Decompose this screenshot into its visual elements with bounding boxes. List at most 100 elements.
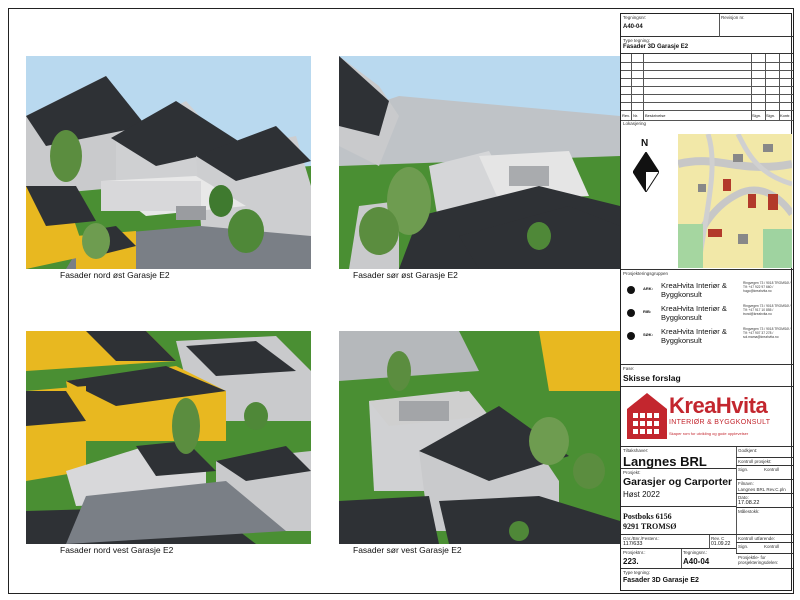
divider: [621, 102, 793, 103]
participant-address: Ringvegen 73 / 9018 TROMSØ / Tlf: +47 92…: [743, 281, 791, 293]
project-cell: Prosjekt: Garasjer og Carporter Høst 202…: [621, 469, 736, 507]
divider: [621, 78, 793, 79]
revision-grid: [621, 54, 793, 121]
gnr-cell: Gnr./Bnr./Festenr.: 117/633: [621, 535, 709, 549]
type-cell-bottom: Type tegning: Fasader 3D Garasje E2: [621, 569, 793, 592]
caption-view-4: Fasader sør vest Garasje E2: [353, 545, 462, 555]
gnr: 117/633: [623, 541, 643, 547]
render-view-north-east: [26, 56, 311, 269]
participant-role: RIB:: [643, 309, 652, 314]
bullet-icon: [627, 286, 635, 294]
logo-name: KreaHvita: [669, 393, 768, 418]
control-label: Kontroll prosjekt:: [738, 459, 772, 464]
kontroll-label: Kontroll: [764, 467, 780, 472]
sign-label-2: Sign.: [738, 544, 749, 549]
divider: [765, 54, 766, 120]
revdate: 01.09.22: [711, 541, 731, 547]
type-label-bottom: Type tegning:: [623, 570, 651, 575]
approved-label: Godkjent:: [738, 448, 758, 453]
client: Langnes BRL: [623, 454, 707, 469]
divider: [709, 535, 710, 549]
logo-sub: INTERIØR & BYGGKONSULT: [669, 419, 771, 426]
render-view-south-east: [339, 56, 620, 269]
address-cell: Postboks 6156 9291 TROMSØ: [621, 507, 736, 535]
rev-header-sign2: Sign.: [766, 113, 776, 118]
divider: [621, 110, 793, 111]
drawing-no-label-2: Tegningsnr.:: [683, 550, 708, 555]
logo-slogan: Skaper rom for utvikling og gode oppleve…: [669, 431, 749, 436]
project-group-label: Prosjekteringsgruppen: [623, 271, 669, 276]
participant-address: Ringvegen 73 / 9018 TROMSØ / Tlf: +47 91…: [743, 304, 791, 316]
scale-label: Målestokk:: [738, 509, 760, 514]
divider: [631, 54, 632, 120]
participant-role: ARK:: [643, 286, 653, 291]
caption-view-1: Fasader nord øst Garasje E2: [60, 270, 170, 280]
type-label-top: Type tegning:: [623, 38, 651, 43]
caption-view-3: Fasader nord vest Garasje E2: [60, 545, 174, 555]
project-no: 223.: [623, 557, 639, 566]
filename-label: Filnavn:: [738, 481, 754, 486]
bullet-icon: [627, 332, 635, 340]
divider: [621, 70, 793, 71]
drawing-number-cell: Tegningsnr: A40-04 Revisjon nr.: [621, 14, 793, 37]
sign-label: Sign.: [738, 467, 749, 472]
divider: [621, 86, 793, 87]
rev-header-rev: Rev.: [622, 113, 630, 118]
filename-cell: Filnavn: Langnes BRL Rev.C.pln: [736, 480, 793, 494]
sign-cell: Sign. Kontroll: [736, 466, 793, 480]
divider: [643, 54, 644, 120]
participant-rib: RIB: KreaHvita Interiør & Byggkonsult Ri…: [621, 303, 793, 325]
north-arrow-icon: [633, 152, 659, 192]
render-view-south-west: [339, 331, 620, 544]
participant-ark: ARK: KreaHvita Interiør & Byggkonsult Ri…: [621, 280, 793, 302]
date: 17.08.22: [738, 500, 760, 506]
approved-cell: Godkjent:: [736, 447, 793, 458]
filename: Langnes BRL Rev.C.pln: [738, 487, 786, 492]
project-no-cell: Prosjektnr.: 223.: [621, 549, 681, 569]
scale-cell: Målestokk:: [736, 508, 793, 535]
drawing-no-cell-2: Tegningsnr.: A40-04: [681, 549, 736, 569]
proj-resp-label: Prosjektle- for prosjekteringsdelen:: [738, 555, 779, 565]
control-cell: Kontroll prosjekt:: [736, 458, 793, 466]
divider: [751, 54, 752, 120]
location-cell: Lokasjering N: [621, 120, 793, 270]
project-group-cell: Prosjekteringsgruppen ARK: KreaHvita Int…: [621, 270, 793, 365]
phase-label: Fase:: [623, 366, 635, 371]
type-top: Fasader 3D Garasje E2: [623, 44, 689, 50]
postcode: 9291 TROMSØ: [623, 522, 677, 531]
participant-address: Ringvegen 73 / 9018 TROMSØ / Tlf: +47 90…: [743, 327, 791, 339]
proj-resp-cell: Prosjektle- for prosjekteringsdelen:: [736, 554, 793, 569]
title-block: Tegningsnr: A40-04 Revisjon nr. Type teg…: [620, 13, 793, 592]
site-map: [678, 134, 792, 268]
drawing-no-2: A40-04: [683, 557, 710, 566]
phase: Skisse forslag: [623, 373, 681, 383]
divider: [621, 94, 793, 95]
participant-name: KreaHvita Interiør & Byggkonsult: [661, 281, 727, 299]
type-bottom: Fasader 3D Garasje E2: [623, 577, 699, 584]
participant-sok: SØK: KreaHvita Interiør & Byggkonsult Ri…: [621, 326, 793, 348]
caption-view-2: Fasader sør øst Garasje E2: [353, 270, 458, 280]
divider: [779, 54, 780, 120]
rev-header-nr: Nr.: [633, 113, 639, 118]
company-logo: KreaHvita INTERIØR & BYGGKONSULT Skaper …: [621, 387, 793, 447]
render-view-north-west: [26, 331, 311, 544]
participant-name: KreaHvita Interiør & Byggkonsult: [661, 304, 727, 322]
kontroll-label-2: Kontroll: [764, 544, 780, 549]
divider: [719, 14, 720, 37]
location-label: Lokasjering: [623, 121, 647, 126]
bullet-icon: [627, 309, 635, 317]
type-cell-top: Type tegning: Fasader 3D Garasje E2: [621, 37, 793, 54]
divider: [621, 62, 793, 63]
project-no-label: Prosjektnr.:: [623, 550, 646, 555]
participant-name: KreaHvita Interiør & Byggkonsult: [661, 327, 727, 345]
external-control-label: Kontroll utførende:: [738, 536, 776, 541]
drawing-number: A40-04: [623, 24, 643, 30]
date-cell: Dato: 17.08.22: [736, 494, 793, 508]
client-cell: Tiltakshaver: Langnes BRL: [621, 447, 736, 469]
drawing-number-label: Tegningsnr:: [623, 15, 647, 20]
phase-cell: Fase: Skisse forslag: [621, 365, 793, 387]
project: Garasjer og Carporter: [623, 476, 733, 488]
north-label: N: [641, 138, 649, 149]
sign-cell-2: Sign. Kontroll: [736, 543, 793, 554]
revision-label: Revisjon nr.: [721, 15, 745, 20]
